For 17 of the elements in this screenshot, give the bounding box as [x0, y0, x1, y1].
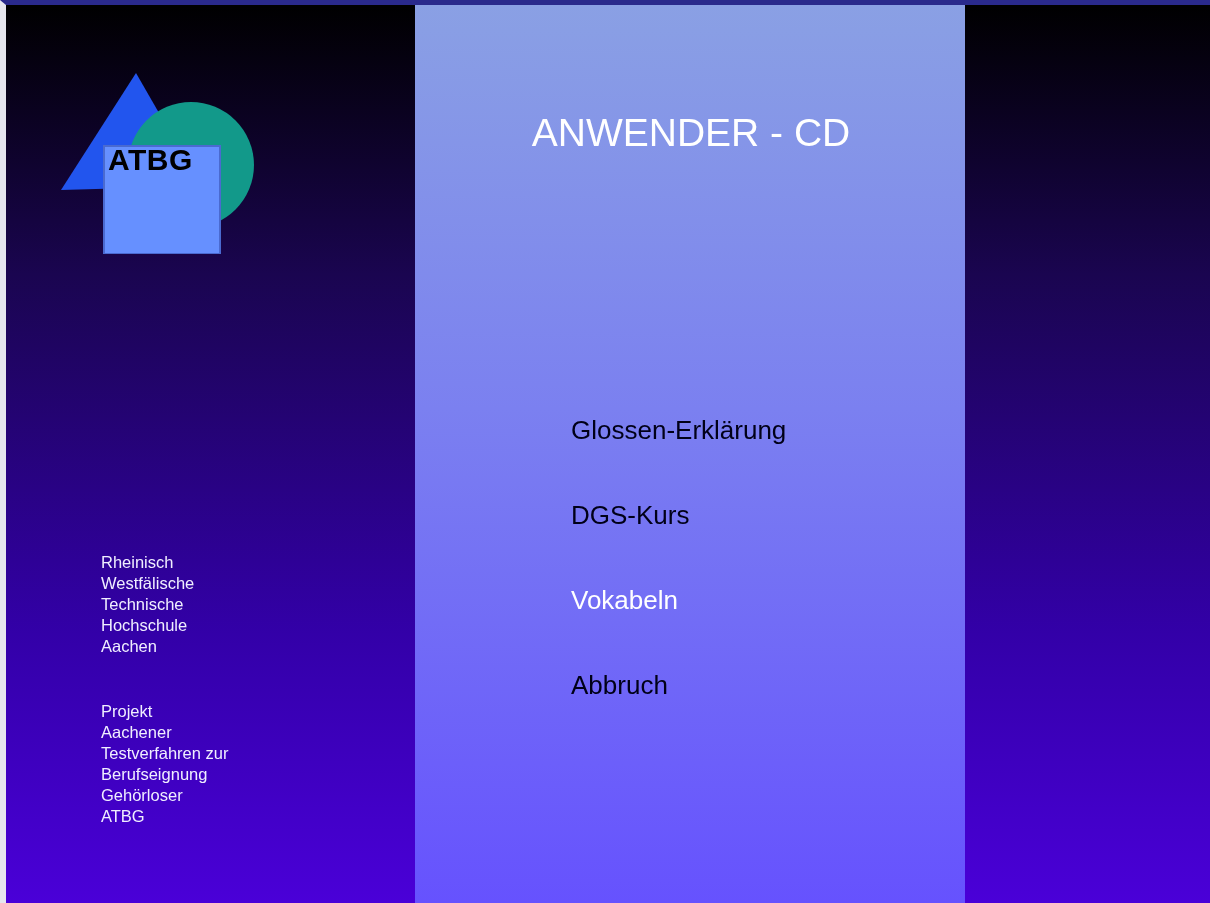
title: ANWENDER - CD — [530, 111, 851, 155]
info-line: Testverfahren zur — [101, 743, 230, 764]
info-line: Hochschule — [101, 615, 189, 636]
info-line: Westfälische — [101, 573, 196, 594]
menu-item[interactable]: Vokabeln — [571, 585, 787, 615]
menu-item[interactable]: Abbruch — [571, 670, 787, 700]
info-line: ATBG — [101, 806, 146, 827]
logo-text: ATBG — [108, 143, 193, 177]
menu-item[interactable]: Glossen-Erklärung — [571, 415, 787, 445]
menu-item[interactable]: DGS-Kurs — [571, 500, 787, 530]
info-line: Aachener — [101, 722, 173, 743]
info-line: Gehörloser — [101, 785, 184, 806]
info-line: Rheinisch — [101, 552, 175, 573]
info-line: Aachen — [101, 636, 158, 657]
info-line: Berufseignung — [101, 764, 209, 785]
info-line: Technische — [101, 594, 185, 615]
info-line: Projekt — [101, 701, 154, 722]
